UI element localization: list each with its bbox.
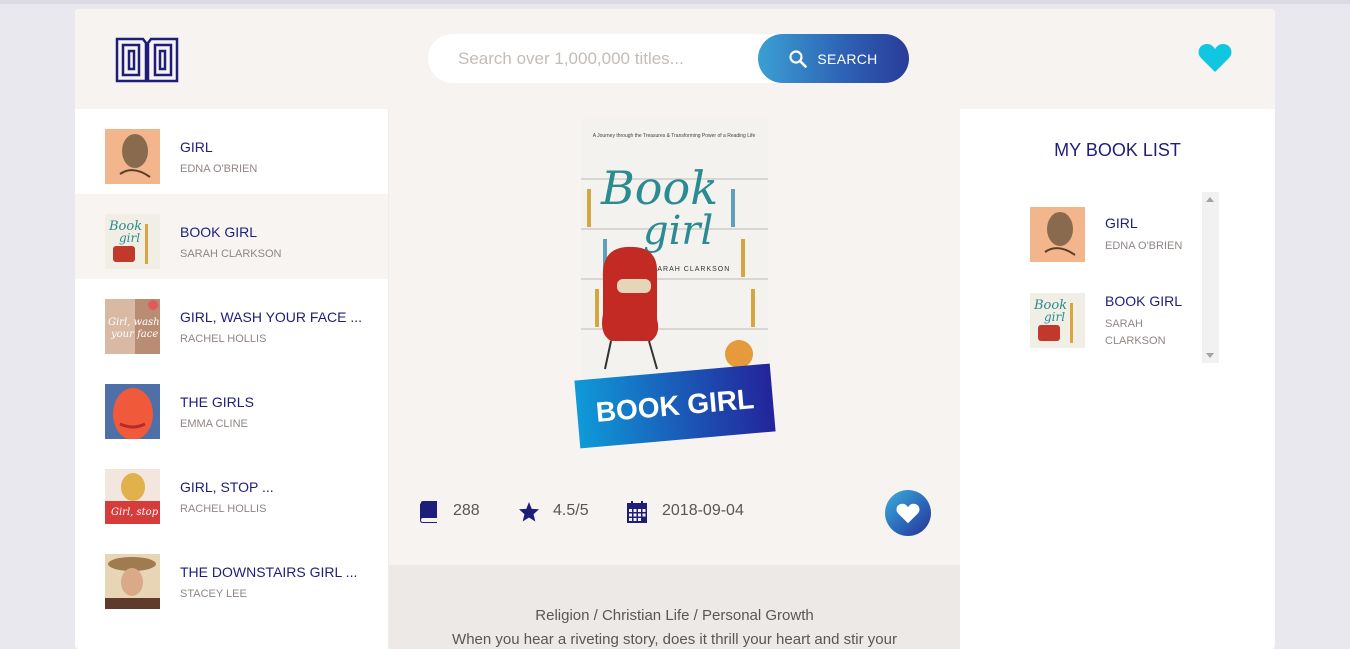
my-book-list-panel: MY BOOK LIST GIRL EDNA O'BRIEN Book girl…	[960, 109, 1275, 649]
app-header: SEARCH	[75, 9, 1275, 109]
result-title: GIRL	[180, 139, 213, 155]
search-button[interactable]: SEARCH	[758, 34, 909, 83]
window-top-strip	[0, 0, 1350, 4]
result-author: SARAH CLARKSON	[180, 248, 282, 260]
book-thumbnail: Girl, wash your face	[105, 299, 160, 354]
book-genre: Religion / Christian Life / Personal Gro…	[535, 607, 814, 624]
scroll-down-arrow[interactable]	[1206, 353, 1214, 358]
cover-title-line1: Book	[600, 161, 718, 215]
cover-tagline: A Journey through the Treasures & Transf…	[593, 133, 756, 139]
my-list-author: SARAH CLARKSON	[1105, 318, 1166, 347]
book-thumbnail: Book girl	[105, 214, 160, 269]
my-list-scrollbar[interactable]	[1202, 192, 1219, 363]
svg-text:girl: girl	[119, 231, 140, 245]
svg-text:girl: girl	[1044, 310, 1065, 324]
result-author: RACHEL HOLLIS	[180, 503, 267, 515]
result-item[interactable]: THE GIRLS EMMA CLINE	[75, 364, 388, 449]
result-item-active[interactable]: Book girl BOOK GIRL SARAH CLARKSON	[75, 194, 388, 279]
result-author: STACEY LEE	[180, 588, 247, 600]
book-stats: 288 4.5/5 2018-09-04	[389, 489, 960, 539]
heart-icon[interactable]	[1198, 43, 1232, 73]
my-list-item[interactable]: GIRL EDNA O'BRIEN	[1015, 192, 1201, 272]
result-item[interactable]: GIRL EDNA O'BRIEN	[75, 109, 388, 194]
open-book-logo-icon[interactable]	[115, 35, 179, 83]
result-title: GIRL, STOP ...	[180, 479, 274, 495]
my-list-item[interactable]: Book girl BOOK GIRL SARAH CLARKSON	[1015, 278, 1201, 358]
star-icon	[519, 502, 539, 522]
book-thumbnail: Book girl	[1030, 293, 1085, 348]
cover-title-line2: girl	[643, 208, 713, 254]
heart-icon	[896, 503, 920, 523]
result-title: THE GIRLS	[180, 394, 254, 410]
add-to-list-button[interactable]	[885, 490, 931, 536]
search-bar: SEARCH	[428, 34, 909, 83]
book-detail-panel: A Journey through the Treasures & Transf…	[389, 109, 960, 649]
result-title: THE DOWNSTAIRS GIRL ...	[180, 564, 358, 580]
search-button-label: SEARCH	[817, 50, 878, 67]
book-blurb: When you hear a riveting story, does it …	[452, 631, 897, 648]
my-book-list: GIRL EDNA O'BRIEN Book girl BOOK GIRL SA…	[1015, 192, 1219, 363]
result-title: BOOK GIRL	[180, 224, 258, 240]
book-thumbnail	[1030, 207, 1085, 262]
publish-date: 2018-09-04	[662, 502, 744, 519]
cover-author: SARAH CLARKSON	[652, 266, 731, 273]
book-icon	[420, 501, 437, 523]
rating: 4.5/5	[553, 502, 589, 519]
my-list-title: BOOK GIRL	[1105, 293, 1183, 309]
result-author: RACHEL HOLLIS	[180, 333, 267, 345]
book-thumbnail	[105, 129, 160, 184]
result-item[interactable]: Girl, stop GIRL, STOP ... RACHEL HOLLIS	[75, 449, 388, 534]
book-thumbnail	[105, 554, 160, 609]
result-item[interactable]: Girl, wash your face GIRL, WASH YOUR FAC…	[75, 279, 388, 364]
calendar-icon	[627, 501, 647, 523]
search-input[interactable]	[428, 34, 788, 83]
scroll-up-arrow[interactable]	[1206, 197, 1214, 202]
book-description: Religion / Christian Life / Personal Gro…	[389, 565, 960, 649]
search-icon	[789, 49, 808, 68]
book-search-app: SEARCH GIRL EDNA O'BRIEN Book	[75, 9, 1275, 649]
svg-text:Girl, wash: Girl, wash	[108, 317, 160, 328]
book-thumbnail: Girl, stop	[105, 469, 160, 524]
my-list-title: GIRL	[1105, 215, 1138, 231]
svg-text:Girl, stop: Girl, stop	[111, 507, 159, 518]
result-title: GIRL, WASH YOUR FACE ...	[180, 309, 363, 325]
my-book-list-title: MY BOOK LIST	[1054, 140, 1181, 160]
result-author: EMMA CLINE	[180, 418, 248, 430]
search-results-list: GIRL EDNA O'BRIEN Book girl BOOK GIRL SA…	[75, 109, 389, 649]
result-author: EDNA O'BRIEN	[180, 163, 258, 175]
book-cover-image: A Journey through the Treasures & Transf…	[581, 119, 768, 381]
book-thumbnail	[105, 384, 160, 439]
svg-text:your face: your face	[110, 329, 158, 340]
my-list-author: EDNA O'BRIEN	[1105, 240, 1183, 252]
page-count: 288	[453, 502, 480, 519]
result-item[interactable]: THE DOWNSTAIRS GIRL ... STACEY LEE	[75, 534, 388, 619]
